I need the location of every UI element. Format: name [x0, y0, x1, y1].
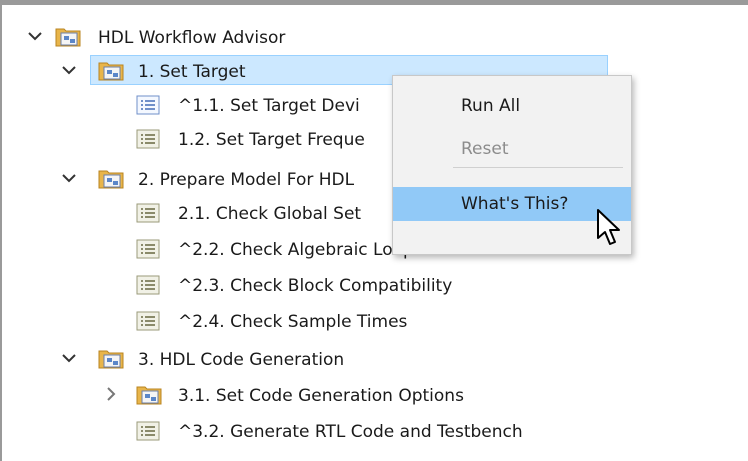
folder-task-icon [97, 58, 125, 82]
task-list-icon [134, 273, 162, 297]
tree-item-set-code-generation-options[interactable]: 3.1. Set Code Generation Options [178, 381, 464, 411]
folder-task-icon [54, 24, 82, 48]
task-list-icon [134, 309, 162, 333]
tree-item-set-target[interactable]: 1. Set Target [138, 57, 246, 87]
menu-item-reset[interactable]: Reset [393, 132, 631, 166]
menu-separator [453, 167, 623, 168]
tree-item-check-sample-times[interactable]: ^2.4. Check Sample Times [178, 307, 407, 337]
folder-task-icon [97, 166, 125, 190]
tree-item-check-global-settings[interactable]: 2.1. Check Global Set [178, 199, 361, 229]
tree-item-set-target-device[interactable]: ^1.1. Set Target Devi [178, 91, 360, 121]
folder-task-icon [135, 382, 163, 406]
tree-item-hdl-code-generation[interactable]: 3. HDL Code Generation [138, 345, 344, 375]
task-list-icon [134, 201, 162, 225]
tree-item-prepare-model[interactable]: 2. Prepare Model For HDL [138, 165, 354, 195]
tree-item-set-target-frequency[interactable]: 1.2. Set Target Freque [178, 125, 365, 155]
task-list-icon [134, 419, 162, 443]
chevron-right-icon[interactable] [102, 385, 120, 403]
tree-item-check-block-compatibility[interactable]: ^2.3. Check Block Compatibility [178, 271, 452, 301]
tree-item-generate-rtl-code[interactable]: ^3.2. Generate RTL Code and Testbench [178, 417, 523, 447]
task-list-icon [134, 93, 162, 117]
chevron-down-icon[interactable] [60, 169, 78, 187]
tree-panel: HDL Workflow Advisor 1. Set Target ^1.1.… [0, 0, 748, 461]
chevron-down-icon[interactable] [60, 61, 78, 79]
folder-task-icon [97, 346, 125, 370]
chevron-down-icon[interactable] [26, 27, 44, 45]
mouse-cursor-icon [596, 208, 626, 248]
tree-item-hdl-workflow-advisor[interactable]: HDL Workflow Advisor [98, 23, 285, 53]
task-list-icon [134, 237, 162, 261]
tree-item-check-algebraic-loops[interactable]: ^2.2. Check Algebraic Loops [178, 235, 423, 265]
chevron-down-icon[interactable] [60, 349, 78, 367]
task-list-icon [134, 127, 162, 151]
menu-item-run-all[interactable]: Run All [393, 89, 631, 123]
